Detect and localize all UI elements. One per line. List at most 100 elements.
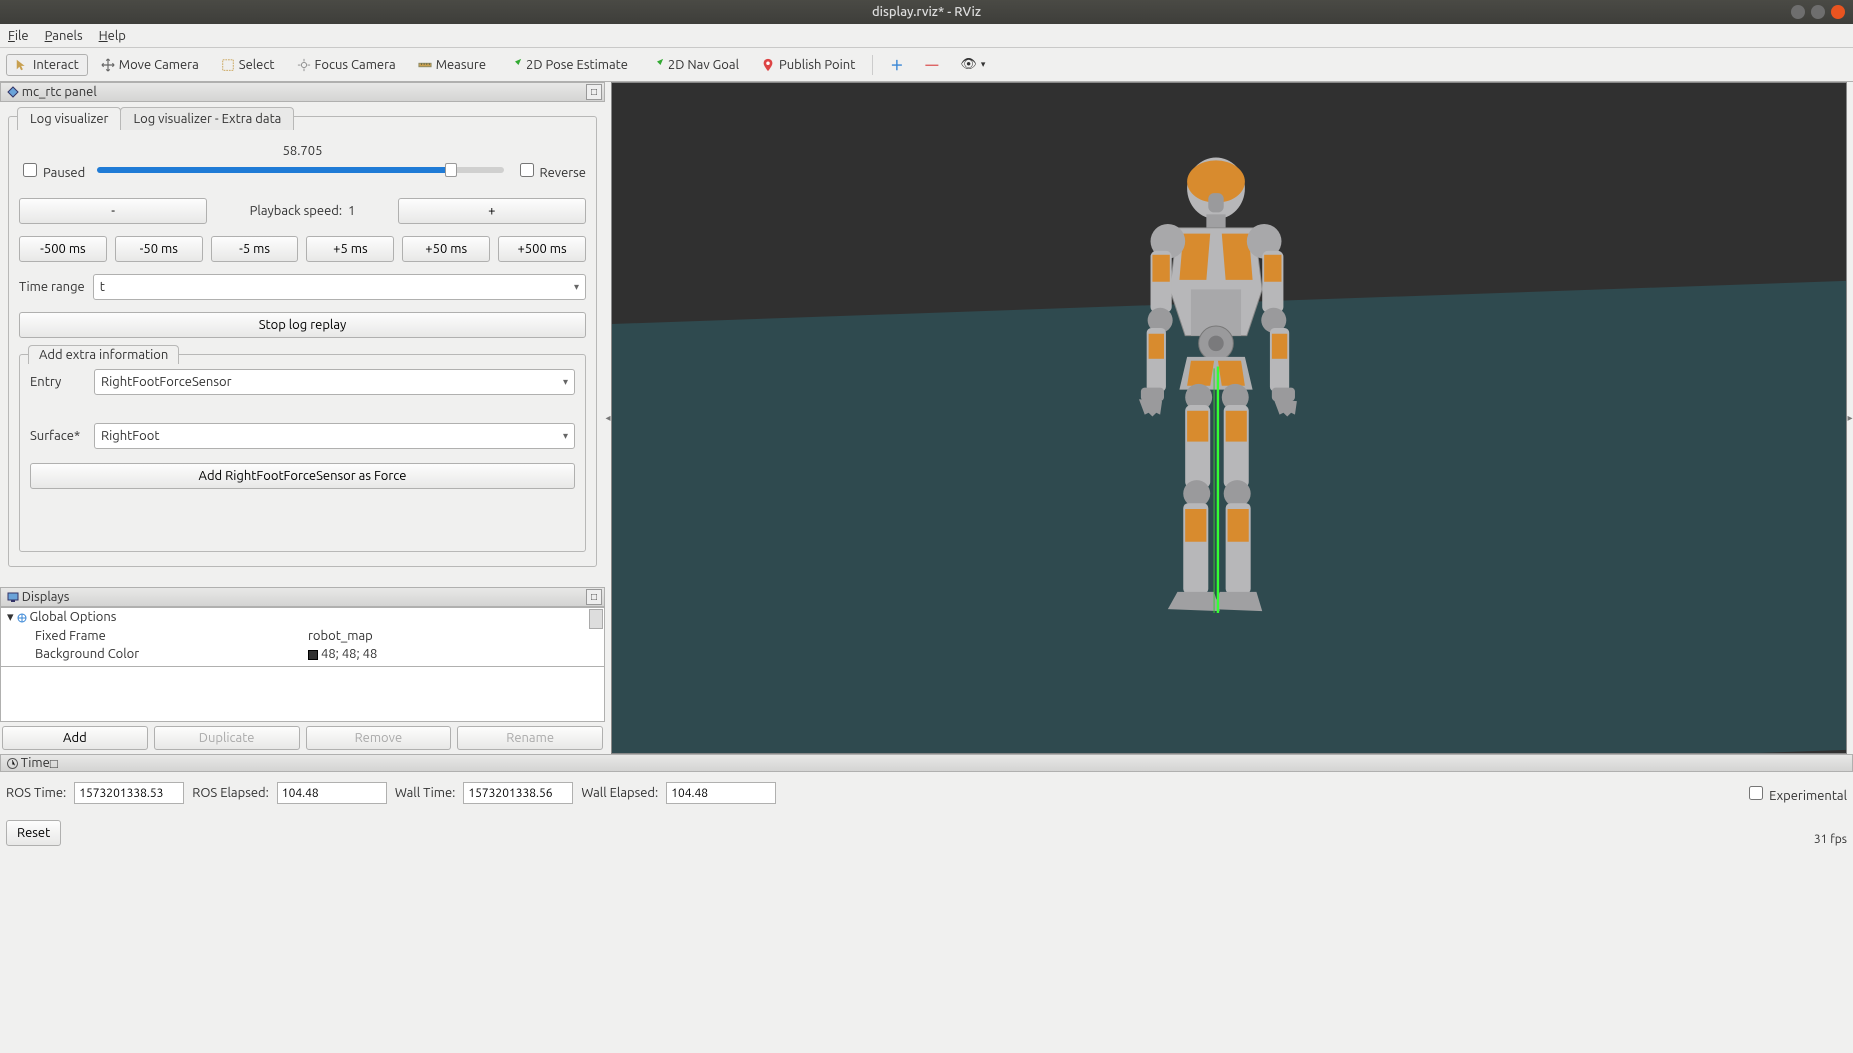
window-title: display.rviz* - RViz: [872, 5, 981, 19]
move-icon: [101, 58, 115, 72]
window-minimize-button[interactable]: [1791, 5, 1805, 19]
tool-add[interactable]: ＋: [881, 51, 912, 78]
eye-icon: 👁: [960, 57, 977, 72]
experimental-checkbox[interactable]: [1749, 786, 1763, 800]
step-minus-500ms-button[interactable]: -500 ms: [19, 236, 107, 262]
time-slider[interactable]: [97, 163, 503, 177]
displays-rename-button[interactable]: Rename: [457, 726, 603, 750]
tree-fixed-frame-value[interactable]: robot_map: [308, 629, 598, 643]
stop-log-replay-button[interactable]: Stop log replay: [19, 312, 586, 338]
paused-checkbox-label[interactable]: Paused: [19, 160, 85, 180]
panel-close-button[interactable]: □: [586, 84, 602, 100]
arrow-green-icon: [650, 58, 664, 72]
displays-add-button[interactable]: Add: [2, 726, 148, 750]
tool-select[interactable]: Select: [212, 54, 284, 76]
displays-description-box: [0, 667, 605, 722]
tool-move-camera[interactable]: Move Camera: [92, 54, 208, 76]
tab-log-visualizer[interactable]: Log visualizer: [17, 107, 121, 130]
clock-icon: [7, 758, 18, 769]
panel-icon: [7, 86, 19, 98]
surface-select[interactable]: RightFoot: [94, 423, 575, 449]
toolbar: Interact Move Camera Select Focus Camera…: [0, 48, 1853, 82]
displays-duplicate-button[interactable]: Duplicate: [154, 726, 300, 750]
wall-elapsed-input[interactable]: [666, 782, 776, 804]
time-close-button[interactable]: □: [50, 756, 58, 771]
window-titlebar: display.rviz* - RViz: [0, 0, 1853, 24]
menu-panels[interactable]: Panels: [45, 29, 83, 43]
3d-viewport[interactable]: [611, 82, 1847, 754]
playback-speed-label: Playback speed: 1: [215, 204, 389, 218]
select-icon: [221, 58, 235, 72]
step-plus-500ms-button[interactable]: +500 ms: [498, 236, 586, 262]
tab-log-visualizer-extra[interactable]: Log visualizer - Extra data: [120, 107, 294, 130]
toolbar-separator: [872, 55, 873, 75]
scrollbar-thumb[interactable]: [589, 609, 603, 629]
subtab-add-extra-info[interactable]: Add extra information: [28, 345, 179, 364]
wall-time-input[interactable]: [463, 782, 573, 804]
pin-icon: [761, 58, 775, 72]
timerange-select[interactable]: t: [93, 274, 586, 300]
mcrtc-panel-title: mc_rtc panel: [22, 85, 97, 99]
speed-plus-button[interactable]: +: [398, 198, 586, 224]
menu-file[interactable]: File: [8, 29, 29, 43]
time-panel-title: Time: [21, 756, 50, 770]
timerange-label: Time range: [19, 280, 85, 294]
displays-panel-header: Displays □: [0, 587, 605, 607]
reverse-checkbox[interactable]: [520, 163, 534, 177]
tree-bgcolor-key: Background Color: [7, 647, 308, 661]
time-panel-body: ROS Time: ROS Elapsed: Wall Time: Wall E…: [0, 772, 1853, 814]
experimental-checkbox-label[interactable]: Experimental: [1745, 783, 1847, 803]
tool-2d-nav-goal[interactable]: 2D Nav Goal: [641, 54, 748, 76]
displays-panel-title: Displays: [22, 590, 70, 604]
chevron-down-icon: ▾: [981, 59, 986, 70]
displays-remove-button[interactable]: Remove: [306, 726, 452, 750]
tool-remove[interactable]: —: [916, 54, 947, 76]
tool-interact[interactable]: Interact: [6, 54, 88, 76]
step-minus-50ms-button[interactable]: -50 ms: [115, 236, 203, 262]
tool-2d-pose-estimate[interactable]: 2D Pose Estimate: [499, 54, 637, 76]
window-maximize-button[interactable]: [1811, 5, 1825, 19]
reverse-checkbox-label[interactable]: Reverse: [516, 160, 586, 180]
robot-model: [1086, 145, 1346, 665]
displays-close-button[interactable]: □: [586, 589, 602, 605]
add-sensor-button[interactable]: Add RightFootForceSensor as Force: [30, 463, 575, 489]
window-close-button[interactable]: [1831, 5, 1845, 19]
surface-label: Surface*: [30, 429, 86, 443]
tree-framerate-key: Frame Rate: [7, 665, 308, 667]
pointer-icon: [15, 58, 29, 72]
plus-icon: ＋: [890, 55, 903, 74]
mcrtc-panel-header: mc_rtc panel □: [0, 82, 605, 102]
tree-framerate-value[interactable]: 30: [308, 665, 598, 667]
step-minus-5ms-button[interactable]: -5 ms: [211, 236, 299, 262]
speed-minus-button[interactable]: -: [19, 198, 207, 224]
step-plus-50ms-button[interactable]: +50 ms: [402, 236, 490, 262]
time-value-label: 58.705: [109, 144, 496, 158]
tool-publish-point[interactable]: Publish Point: [752, 54, 864, 76]
minus-icon: —: [925, 58, 938, 72]
displays-tree[interactable]: ▾ Global Options Fixed Framerobot_map Ba…: [0, 607, 605, 667]
ros-time-input[interactable]: [74, 782, 184, 804]
ruler-icon: [418, 58, 432, 72]
splitter-right[interactable]: ▸: [1847, 82, 1853, 754]
focus-icon: [297, 58, 311, 72]
tool-view[interactable]: 👁▾: [951, 53, 994, 76]
tree-global-options: Global Options: [30, 610, 117, 624]
ros-elapsed-input[interactable]: [277, 782, 387, 804]
wall-time-label: Wall Time:: [395, 786, 456, 800]
tree-fixed-frame-key: Fixed Frame: [7, 629, 308, 643]
reset-button[interactable]: Reset: [6, 820, 61, 846]
ros-elapsed-label: ROS Elapsed:: [192, 786, 269, 800]
entry-select[interactable]: RightFootForceSensor: [94, 369, 575, 395]
tool-measure[interactable]: Measure: [409, 54, 495, 76]
paused-checkbox[interactable]: [23, 163, 37, 177]
wall-elapsed-label: Wall Elapsed:: [581, 786, 658, 800]
step-plus-5ms-button[interactable]: +5 ms: [306, 236, 394, 262]
tree-bgcolor-value[interactable]: 48; 48; 48: [308, 647, 598, 661]
menubar: File Panels Help: [0, 24, 1853, 48]
menu-help[interactable]: Help: [99, 29, 126, 43]
ros-time-label: ROS Time:: [6, 786, 66, 800]
time-panel-header: Time □: [0, 754, 1853, 772]
arrow-green-icon: [508, 58, 522, 72]
tool-focus-camera[interactable]: Focus Camera: [288, 54, 405, 76]
monitor-icon: [7, 591, 19, 603]
